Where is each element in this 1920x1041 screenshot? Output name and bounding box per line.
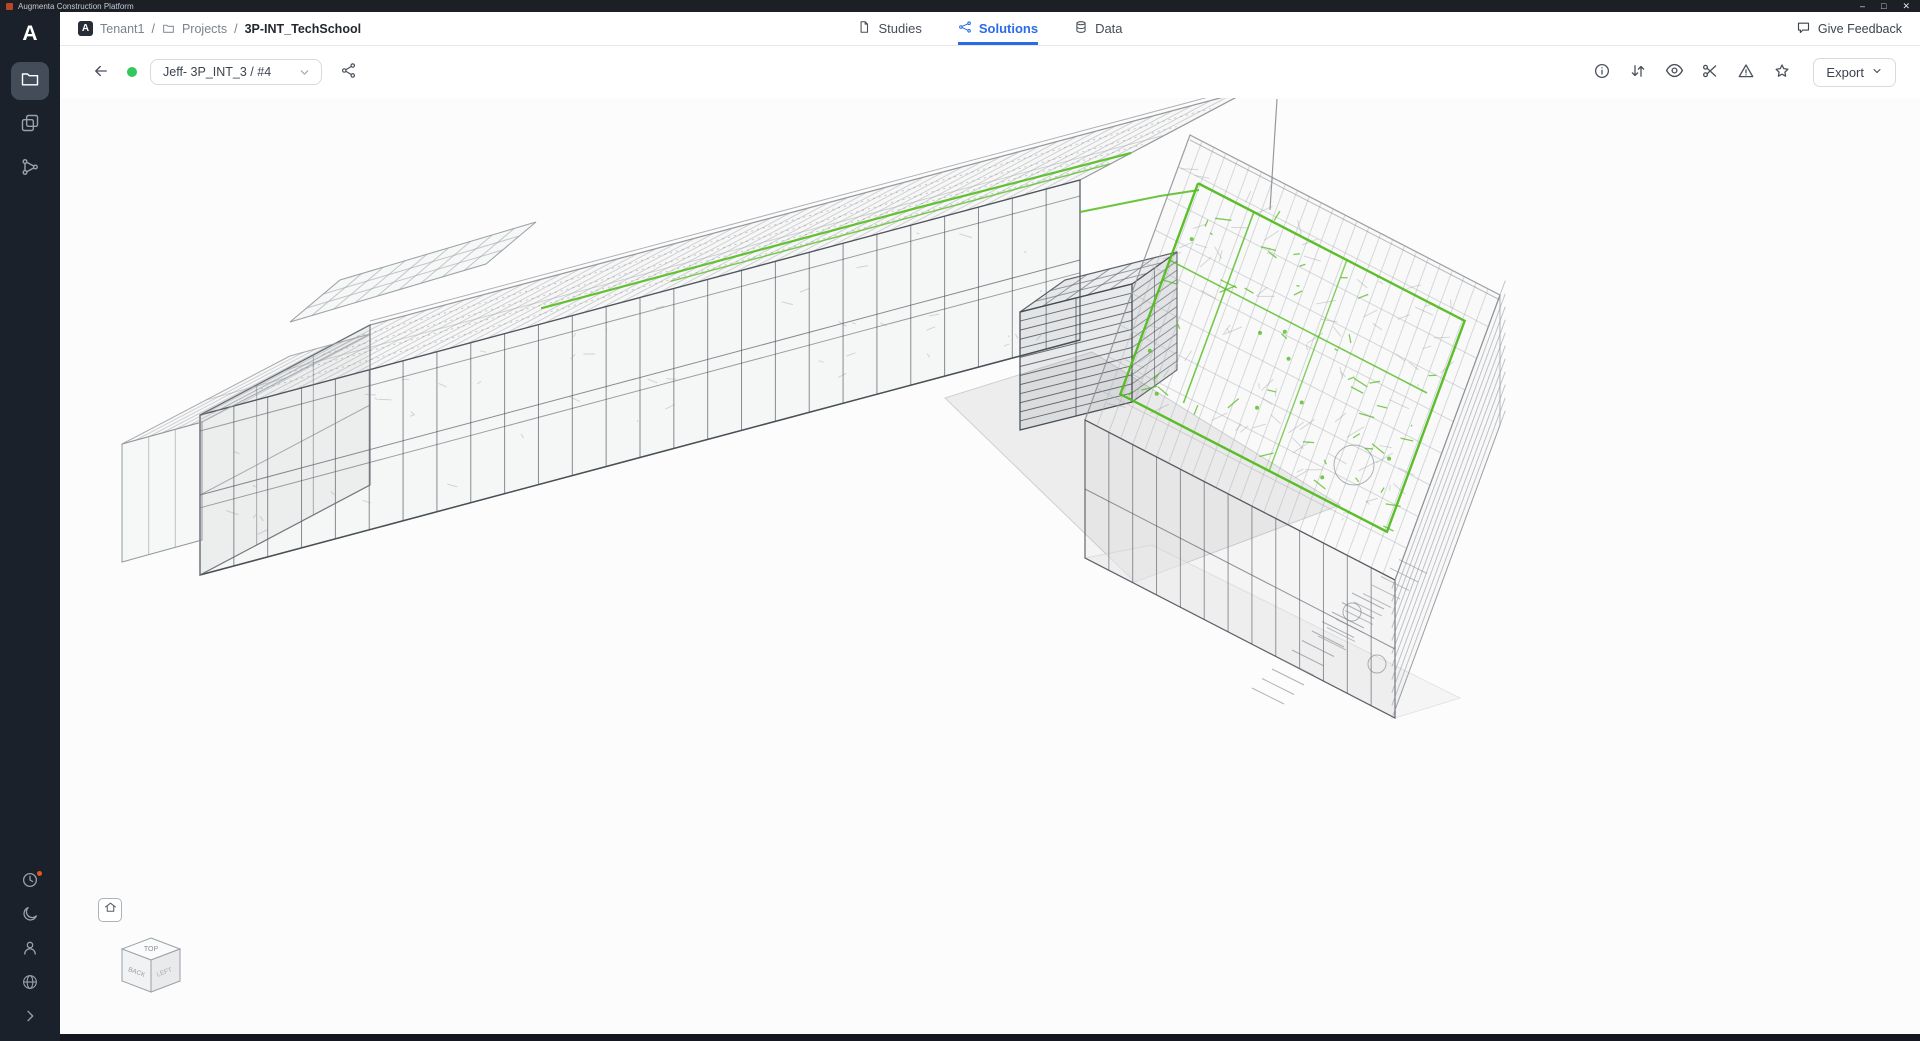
sidebar-item-history[interactable] (14, 867, 46, 897)
section-cut-button[interactable] (1697, 59, 1723, 85)
tab-label: Solutions (979, 21, 1038, 36)
view-cube[interactable]: TOP BACK LEFT (112, 930, 190, 1008)
notification-dot (37, 871, 42, 876)
network-icon (958, 20, 972, 37)
visibility-button[interactable] (1661, 59, 1687, 85)
window-controls: – □ ✕ (1860, 1, 1914, 11)
window-titlebar: Augmenta Construction Platform – □ ✕ (0, 0, 1920, 12)
info-button[interactable] (1589, 59, 1615, 85)
minimize-button[interactable]: – (1860, 1, 1865, 11)
back-arrow-icon (92, 62, 110, 83)
application-window: Augmenta Construction Platform – □ ✕ A (0, 0, 1920, 1041)
info-icon (1593, 62, 1611, 83)
favorite-button[interactable] (1769, 59, 1795, 85)
sidebar-item-projects[interactable] (11, 62, 49, 100)
tab-data[interactable]: Data (1074, 12, 1122, 45)
app-icon (6, 3, 13, 10)
model-viewport[interactable]: TOP BACK LEFT (60, 98, 1920, 1034)
sidebar-item-dark-mode[interactable] (14, 901, 46, 931)
sidebar-item-models[interactable] (11, 106, 49, 144)
breadcrumb-separator: / (234, 22, 237, 36)
solution-version-label: Jeff- 3P_INT_3 / #4 (163, 65, 271, 79)
star-icon (1773, 62, 1791, 83)
app-title: Augmenta Construction Platform (18, 2, 134, 11)
share-button[interactable] (335, 59, 361, 85)
main-area: A Tenant1 / Projects / 3P-INT_TechSchool (60, 12, 1920, 1041)
building-model-3d[interactable] (60, 98, 1920, 1034)
back-button[interactable] (88, 59, 114, 85)
eye-icon (1665, 61, 1684, 83)
swap-vertical-icon (1629, 62, 1647, 83)
tab-label: Studies (878, 21, 921, 36)
feedback-label: Give Feedback (1818, 22, 1902, 36)
breadcrumb-project-name[interactable]: 3P-INT_TechSchool (245, 22, 361, 36)
bottom-edge-strip (60, 1034, 1920, 1041)
scissors-icon (1701, 62, 1719, 83)
app-body: A (0, 12, 1920, 1041)
sidebar-expand-button[interactable] (14, 1003, 46, 1033)
chevron-down-icon (298, 66, 311, 79)
home-view-button[interactable] (98, 898, 122, 922)
chevron-right-icon (22, 1008, 38, 1029)
tab-solutions[interactable]: Solutions (958, 12, 1038, 45)
export-label: Export (1826, 65, 1864, 80)
tab-bar: Studies Solutions Data (857, 12, 1122, 45)
compare-button[interactable] (1625, 59, 1651, 85)
globe-icon (21, 973, 39, 996)
folder-icon (20, 69, 40, 94)
sidebar-item-user[interactable] (14, 935, 46, 965)
solution-version-selector[interactable]: Jeff- 3P_INT_3 / #4 (150, 59, 322, 85)
user-icon (21, 939, 39, 962)
chevron-down-icon (1871, 65, 1883, 80)
home-icon (104, 901, 117, 919)
sidebar-item-workflows[interactable] (11, 150, 49, 188)
nav-right-group: Give Feedback (1123, 20, 1902, 38)
document-icon (857, 20, 871, 37)
sidebar: A (0, 12, 60, 1041)
moon-icon (21, 905, 39, 928)
viewer-toolbar: Jeff- 3P_INT_3 / #4 (60, 46, 1920, 98)
layers-icon (20, 113, 40, 138)
sidebar-item-language[interactable] (14, 969, 46, 999)
breadcrumb-projects[interactable]: Projects (182, 22, 227, 36)
sidebar-bottom-group (14, 867, 46, 1033)
export-button[interactable]: Export (1813, 58, 1896, 87)
maximize-button[interactable]: □ (1881, 1, 1886, 11)
viewcube-top-label: TOP (144, 946, 159, 953)
folder-icon (162, 22, 175, 35)
status-indicator (127, 67, 137, 77)
tab-studies[interactable]: Studies (857, 12, 921, 45)
database-icon (1074, 20, 1088, 37)
sidebar-logo: A (22, 22, 37, 46)
top-navigation: A Tenant1 / Projects / 3P-INT_TechSchool (60, 12, 1920, 46)
share-icon (340, 62, 357, 82)
toolbar-right-group: Export (1589, 58, 1896, 87)
feedback-bubble-icon (1796, 20, 1811, 38)
warning-icon (1737, 62, 1755, 83)
close-button[interactable]: ✕ (1902, 1, 1910, 11)
issues-button[interactable] (1733, 59, 1759, 85)
breadcrumb-tenant[interactable]: Tenant1 (100, 22, 144, 36)
workflow-icon (20, 157, 40, 182)
tab-label: Data (1095, 21, 1122, 36)
breadcrumb-separator: / (151, 22, 154, 36)
breadcrumb-logo: A (78, 21, 93, 36)
give-feedback-button[interactable]: Give Feedback (1796, 20, 1902, 38)
breadcrumb: A Tenant1 / Projects / 3P-INT_TechSchool (78, 21, 857, 36)
